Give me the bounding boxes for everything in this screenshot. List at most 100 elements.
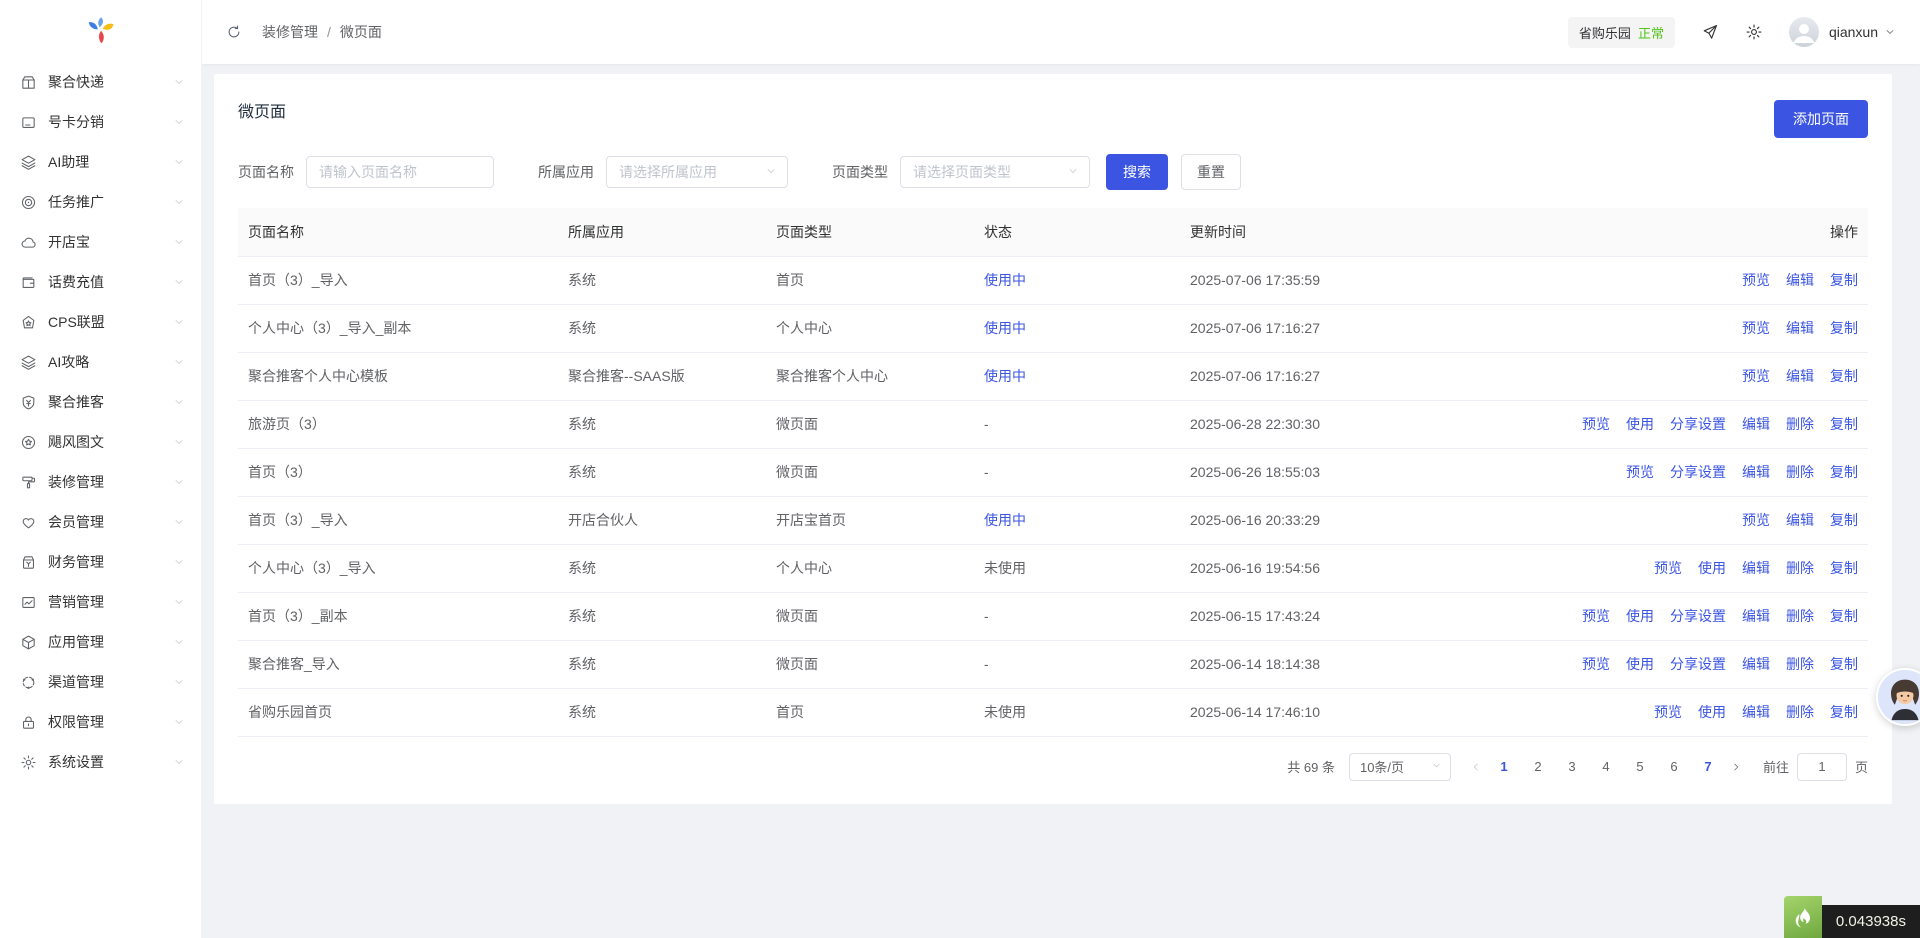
page-number-3[interactable]: 3 (1558, 753, 1586, 781)
action-preview[interactable]: 预览 (1626, 464, 1654, 480)
chevron-down-icon (173, 676, 185, 688)
action-copy[interactable]: 复制 (1830, 704, 1858, 720)
sidebar-item-package-0[interactable]: 聚合快递 (0, 62, 201, 102)
table-row: 聚合推客个人中心模板 聚合推客--SAAS版 聚合推客个人中心 使用中 2025… (238, 352, 1868, 400)
sidebar-item-cube-14[interactable]: 应用管理 (0, 622, 201, 662)
action-preview[interactable]: 预览 (1654, 704, 1682, 720)
action-preview[interactable]: 预览 (1742, 320, 1770, 336)
page-number-1[interactable]: 1 (1490, 753, 1518, 781)
action-preview[interactable]: 预览 (1742, 368, 1770, 384)
chevron-down-icon (173, 636, 185, 648)
page-number-6[interactable]: 6 (1660, 753, 1688, 781)
sidebar-item-shield-yen-8[interactable]: 聚合推客 (0, 382, 201, 422)
page-number-7[interactable]: 7 (1694, 753, 1722, 781)
goto-page-input[interactable] (1797, 753, 1847, 781)
action-edit[interactable]: 编辑 (1786, 272, 1814, 288)
page-size-select[interactable]: 10条/页 (1349, 753, 1451, 781)
chevron-down-icon[interactable] (1884, 26, 1896, 38)
page-number-5[interactable]: 5 (1626, 753, 1654, 781)
action-edit[interactable]: 编辑 (1742, 656, 1770, 672)
sidebar-item-wallet-5[interactable]: 话费充值 (0, 262, 201, 302)
action-edit[interactable]: 编辑 (1742, 608, 1770, 624)
action-copy[interactable]: 复制 (1830, 272, 1858, 288)
action-delete[interactable]: 删除 (1786, 656, 1814, 672)
action-share-settings[interactable]: 分享设置 (1670, 608, 1726, 624)
action-copy[interactable]: 复制 (1830, 320, 1858, 336)
action-delete[interactable]: 删除 (1786, 416, 1814, 432)
page-number-2[interactable]: 2 (1524, 753, 1552, 781)
sidebar-item-star-circle-9[interactable]: 飓风图文 (0, 422, 201, 462)
rocket-icon[interactable] (1701, 23, 1719, 41)
add-page-button[interactable]: 添加页面 (1774, 100, 1868, 138)
next-page-button[interactable] (1725, 761, 1747, 773)
sidebar-item-finance-12[interactable]: 财务管理 (0, 542, 201, 582)
sidebar-item-channel-15[interactable]: 渠道管理 (0, 662, 201, 702)
debug-toolbar[interactable]: 0.043938s (1784, 896, 1920, 938)
search-button[interactable]: 搜索 (1106, 154, 1168, 190)
action-delete[interactable]: 删除 (1786, 608, 1814, 624)
action-copy[interactable]: 复制 (1830, 512, 1858, 528)
page-name-input[interactable] (306, 156, 494, 188)
col-time: 更新时间 (1180, 208, 1508, 256)
action-preview[interactable]: 预览 (1742, 272, 1770, 288)
action-edit[interactable]: 编辑 (1742, 464, 1770, 480)
action-edit[interactable]: 编辑 (1786, 320, 1814, 336)
flame-icon[interactable] (1784, 896, 1822, 938)
sidebar-item-sim-card-1[interactable]: 号卡分销 (0, 102, 201, 142)
user-avatar[interactable] (1789, 17, 1819, 47)
action-edit[interactable]: 编辑 (1742, 560, 1770, 576)
action-use[interactable]: 使用 (1698, 704, 1726, 720)
cell-app: 系统 (558, 448, 766, 496)
refresh-icon[interactable] (226, 24, 242, 40)
reset-button[interactable]: 重置 (1181, 154, 1241, 190)
action-delete[interactable]: 删除 (1786, 464, 1814, 480)
action-edit[interactable]: 编辑 (1786, 368, 1814, 384)
action-delete[interactable]: 删除 (1786, 560, 1814, 576)
cell-actions: 预览编辑复制 (1508, 256, 1868, 304)
breadcrumb-section[interactable]: 装修管理 (262, 22, 318, 42)
tenant-status: 正常 (1638, 23, 1664, 42)
action-copy[interactable]: 复制 (1830, 416, 1858, 432)
action-use[interactable]: 使用 (1626, 416, 1654, 432)
username[interactable]: qianxun (1829, 24, 1878, 40)
type-select[interactable]: 请选择页面类型 (900, 156, 1090, 188)
action-use[interactable]: 使用 (1698, 560, 1726, 576)
action-copy[interactable]: 复制 (1830, 608, 1858, 624)
action-use[interactable]: 使用 (1626, 608, 1654, 624)
action-preview[interactable]: 预览 (1582, 608, 1610, 624)
action-copy[interactable]: 复制 (1830, 368, 1858, 384)
action-preview[interactable]: 预览 (1742, 512, 1770, 528)
action-preview[interactable]: 预览 (1654, 560, 1682, 576)
chevron-down-icon (1431, 759, 1442, 774)
sidebar-item-badge-star-6[interactable]: CPS联盟 (0, 302, 201, 342)
action-edit[interactable]: 编辑 (1786, 512, 1814, 528)
action-edit[interactable]: 编辑 (1742, 704, 1770, 720)
action-preview[interactable]: 预览 (1582, 416, 1610, 432)
sidebar-item-layers-7[interactable]: AI攻略 (0, 342, 201, 382)
sidebar-item-cloud-4[interactable]: 开店宝 (0, 222, 201, 262)
page-number-4[interactable]: 4 (1592, 753, 1620, 781)
sidebar-item-heart-11[interactable]: 会员管理 (0, 502, 201, 542)
gear-icon[interactable] (1745, 23, 1763, 41)
action-share-settings[interactable]: 分享设置 (1670, 464, 1726, 480)
prev-page-button[interactable] (1465, 761, 1487, 773)
sidebar-item-chart-13[interactable]: 营销管理 (0, 582, 201, 622)
action-use[interactable]: 使用 (1626, 656, 1654, 672)
app-logo[interactable] (0, 0, 201, 62)
action-share-settings[interactable]: 分享设置 (1670, 656, 1726, 672)
action-delete[interactable]: 删除 (1786, 704, 1814, 720)
sidebar-item-layers-2[interactable]: AI助理 (0, 142, 201, 182)
sidebar-item-lock-16[interactable]: 权限管理 (0, 702, 201, 742)
app-select[interactable]: 请选择所属应用 (606, 156, 788, 188)
action-share-settings[interactable]: 分享设置 (1670, 416, 1726, 432)
action-copy[interactable]: 复制 (1830, 464, 1858, 480)
sidebar-item-target-3[interactable]: 任务推广 (0, 182, 201, 222)
tenant-badge[interactable]: 省购乐园 正常 (1568, 17, 1675, 48)
action-preview[interactable]: 预览 (1582, 656, 1610, 672)
action-copy[interactable]: 复制 (1830, 656, 1858, 672)
sidebar-item-paint-roller-10[interactable]: 装修管理 (0, 462, 201, 502)
action-edit[interactable]: 编辑 (1742, 416, 1770, 432)
action-copy[interactable]: 复制 (1830, 560, 1858, 576)
sidebar-item-gear-17[interactable]: 系统设置 (0, 742, 201, 782)
cell-type: 首页 (766, 256, 974, 304)
